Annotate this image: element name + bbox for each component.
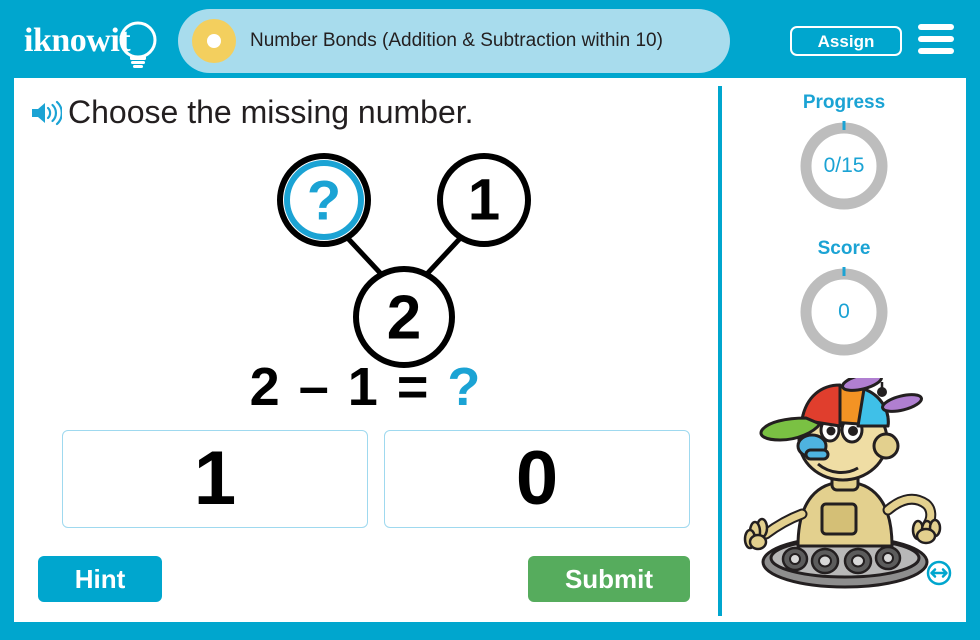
content-area: Choose the missing number. ? 1 2 2 – 1 =… <box>14 78 966 622</box>
progress-meter: Progress 0/15 <box>722 92 966 216</box>
answer-choice-value: 1 <box>193 436 237 521</box>
bullet-dot-icon <box>192 19 236 63</box>
speaker-icon[interactable] <box>30 100 62 126</box>
hamburger-menu-icon[interactable] <box>918 24 954 54</box>
prompt-text: Choose the missing number. <box>68 94 474 130</box>
equation-row: 2 – 1 = ? <box>14 356 718 418</box>
bond-node-whole: 2 <box>353 266 455 368</box>
bond-node-part: 1 <box>437 153 531 247</box>
submit-button[interactable]: Submit <box>528 556 690 602</box>
robot-mascot-propeller-hat <box>743 378 942 589</box>
app-window: iknowit Number Bonds (Addition & Subtrac… <box>0 0 980 640</box>
answer-choice-value: 0 <box>515 436 559 521</box>
score-label: Score <box>817 238 871 259</box>
hint-button[interactable]: Hint <box>38 556 162 602</box>
lesson-title: Number Bonds (Addition & Subtraction wit… <box>250 30 663 51</box>
answer-choices: 1 0 <box>62 430 690 528</box>
iknowit-logo[interactable]: iknowit <box>20 16 170 72</box>
lightbulb-icon <box>119 21 157 68</box>
equation-right-operand: 1 <box>347 357 380 417</box>
bond-whole-value: 2 <box>387 284 421 353</box>
answer-choice-1[interactable]: 1 <box>62 430 368 528</box>
lesson-title-tab: Number Bonds (Addition & Subtraction wit… <box>178 9 730 73</box>
assign-button[interactable]: Assign <box>790 26 902 56</box>
equation-operator: – <box>298 357 331 417</box>
question-prompt: Choose the missing number. <box>30 94 474 131</box>
bond-missing-value: ? <box>307 169 341 232</box>
equation-left-operand: 2 <box>249 357 282 417</box>
equation-unknown: ? <box>447 357 483 417</box>
number-bond-diagram: ? 1 2 <box>277 153 531 368</box>
progress-ring: 0/15 <box>794 116 894 216</box>
progress-label: Progress <box>802 92 886 113</box>
answer-choice-2[interactable]: 0 <box>384 430 690 528</box>
equation-equals-sign: = <box>396 357 431 417</box>
bond-node-missing: ? <box>277 153 371 247</box>
score-ring: 0 <box>794 262 894 362</box>
status-panel: Progress 0/15 Score 0 <box>722 78 966 622</box>
bond-part-value: 1 <box>468 168 500 233</box>
progress-value: 0/15 <box>823 154 865 177</box>
score-value: 0 <box>838 300 850 323</box>
app-header: iknowit Number Bonds (Addition & Subtrac… <box>0 0 980 78</box>
score-meter: Score 0 <box>722 238 966 362</box>
resize-horizontal-icon[interactable] <box>926 560 952 586</box>
